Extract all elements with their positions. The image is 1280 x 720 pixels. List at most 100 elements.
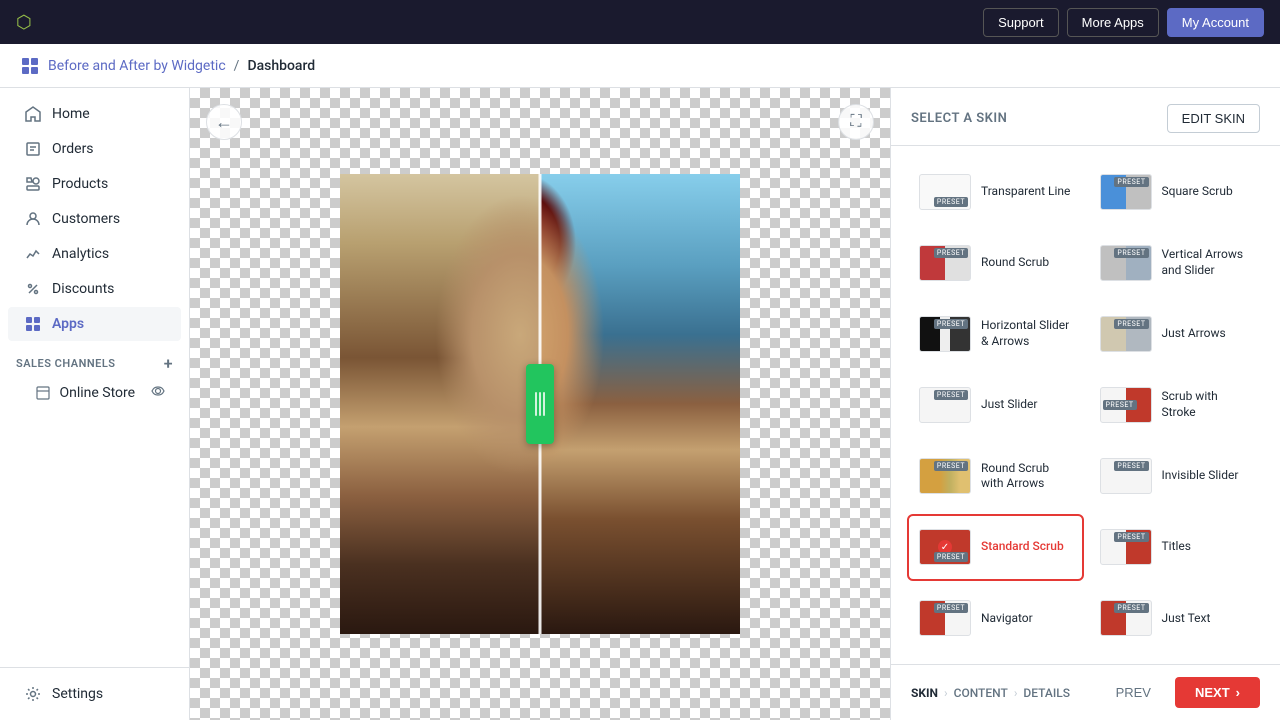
sidebar-item-online-store[interactable]: Online Store	[8, 378, 181, 408]
skin-item-round-scrub[interactable]: PRESET Round Scrub	[907, 229, 1084, 296]
analytics-icon	[24, 245, 42, 263]
sidebar-item-products[interactable]: Products	[8, 167, 181, 201]
skin-label-just-slider: Just Slider	[981, 397, 1038, 413]
app-icon	[20, 56, 40, 76]
skin-label-scrub-stroke: Scrub with Stroke	[1162, 389, 1253, 420]
handle-line-3	[543, 392, 545, 416]
skin-item-scrub-stroke[interactable]: PRESET Scrub with Stroke	[1088, 371, 1265, 438]
step-sep-1: ›	[944, 686, 948, 700]
footer-buttons: PREV NEXT ›	[1100, 677, 1260, 708]
skin-thumb-just-slider: PRESET	[919, 387, 971, 423]
skin-panel: SELECT A SKIN EDIT SKIN PRESET Transpare…	[890, 88, 1280, 720]
skin-label-transparent-line: Transparent Line	[981, 184, 1070, 200]
skin-thumb-navigator: PRESET	[919, 600, 971, 636]
skin-label-round-scrub: Round Scrub	[981, 255, 1049, 271]
shopify-logo: ⬡	[16, 12, 32, 33]
step-sep-2: ›	[1014, 686, 1018, 700]
apps-icon	[24, 315, 42, 333]
sidebar-item-products-label: Products	[52, 176, 108, 192]
skin-grid: PRESET Transparent Line PRESET Square Sc…	[891, 146, 1280, 664]
skin-thumb-transparent-line: PRESET	[919, 174, 971, 210]
topbar-left: ⬡	[16, 12, 32, 33]
next-label: NEXT	[1195, 685, 1230, 700]
before-after-image	[340, 174, 740, 634]
skin-thumb-just-arrows: PRESET	[1100, 316, 1152, 352]
support-button[interactable]: Support	[983, 8, 1059, 37]
ba-handle[interactable]	[526, 364, 554, 444]
preset-badge: PRESET	[1114, 177, 1148, 187]
topbar: ⬡ Support More Apps My Account	[0, 0, 1280, 44]
sidebar-item-discounts[interactable]: Discounts	[8, 272, 181, 306]
skin-item-round-scrub-arrows[interactable]: PRESET Round Scrub with Arrows	[907, 443, 1084, 510]
settings-icon	[24, 685, 42, 703]
preset-badge: PRESET	[934, 197, 968, 207]
skin-label-horizontal-slider: Horizontal Slider & Arrows	[981, 318, 1072, 349]
discounts-icon	[24, 280, 42, 298]
sidebar-item-customers-label: Customers	[52, 211, 120, 227]
breadcrumb-separator: /	[234, 58, 240, 74]
skin-item-just-text[interactable]: PRESET Just Text	[1088, 585, 1265, 652]
preset-badge: PRESET	[1114, 532, 1148, 542]
skin-item-invisible-slider[interactable]: PRESET Invisible Slider	[1088, 443, 1265, 510]
sidebar-item-settings[interactable]: Settings	[8, 677, 181, 711]
skin-thumb-round-scrub-arrows: PRESET	[919, 458, 971, 494]
skin-item-horizontal-slider[interactable]: PRESET Horizontal Slider & Arrows	[907, 300, 1084, 367]
online-store-label: Online Store	[36, 385, 135, 401]
skin-item-transparent-line[interactable]: PRESET Transparent Line	[907, 158, 1084, 225]
skin-panel-title: SELECT A SKIN	[911, 111, 1007, 126]
skin-item-navigator[interactable]: PRESET Navigator	[907, 585, 1084, 652]
handle-line-1	[535, 392, 537, 416]
fullscreen-icon: ⛶	[850, 113, 861, 131]
sidebar-item-home[interactable]: Home	[8, 97, 181, 131]
skin-thumb-square-scrub: PRESET	[1100, 174, 1152, 210]
skin-item-standard-scrub[interactable]: ✓ PRESET Standard Scrub	[907, 514, 1084, 581]
main-content: ← ⛶	[190, 88, 1280, 720]
online-store-visibility-icon[interactable]	[151, 384, 165, 402]
account-button[interactable]: My Account	[1167, 8, 1264, 37]
breadcrumb-app-link[interactable]: Before and After by Widgetic	[48, 58, 226, 74]
home-icon	[24, 105, 42, 123]
handle-line-2	[539, 392, 541, 416]
preset-badge: PRESET	[1103, 400, 1137, 410]
sidebar-item-analytics[interactable]: Analytics	[8, 237, 181, 271]
next-button[interactable]: NEXT ›	[1175, 677, 1260, 708]
sidebar-item-analytics-label: Analytics	[52, 246, 109, 262]
topbar-right: Support More Apps My Account	[983, 8, 1264, 37]
orders-icon	[24, 140, 42, 158]
sales-channels-header: SALES CHANNELS +	[0, 342, 189, 377]
breadcrumb-current: Dashboard	[247, 58, 315, 74]
step-skin: SKIN	[911, 686, 938, 700]
sidebar-item-discounts-label: Discounts	[52, 281, 114, 297]
fullscreen-button[interactable]: ⛶	[838, 104, 874, 140]
step-content: CONTENT	[954, 686, 1008, 700]
after-image-inner	[540, 174, 740, 634]
skin-item-square-scrub[interactable]: PRESET Square Scrub	[1088, 158, 1265, 225]
more-apps-button[interactable]: More Apps	[1067, 8, 1159, 37]
skin-thumb-standard-scrub: ✓ PRESET	[919, 529, 971, 565]
add-sales-channel-icon[interactable]: +	[164, 354, 173, 373]
skin-label-invisible-slider: Invisible Slider	[1162, 468, 1239, 484]
skin-label-just-text: Just Text	[1162, 611, 1211, 627]
skin-item-just-arrows[interactable]: PRESET Just Arrows	[1088, 300, 1265, 367]
skin-thumb-vertical-arrows: PRESET	[1100, 245, 1152, 281]
prev-button[interactable]: PREV	[1100, 677, 1167, 708]
preset-badge: PRESET	[1114, 319, 1148, 329]
edit-skin-button[interactable]: EDIT SKIN	[1167, 104, 1260, 133]
skin-thumb-round-scrub: PRESET	[919, 245, 971, 281]
skin-item-titles[interactable]: PRESET Titles	[1088, 514, 1265, 581]
skin-item-just-slider[interactable]: PRESET Just Slider	[907, 371, 1084, 438]
preview-area: ← ⛶	[190, 88, 890, 720]
sidebar-nav: Home Orders Products Customers	[0, 88, 189, 667]
sidebar-item-orders[interactable]: Orders	[8, 132, 181, 166]
skin-thumb-just-text: PRESET	[1100, 600, 1152, 636]
sidebar: Home Orders Products Customers	[0, 88, 190, 720]
sidebar-item-apps[interactable]: Apps	[8, 307, 181, 341]
back-button[interactable]: ←	[206, 104, 242, 140]
back-icon: ←	[215, 112, 233, 133]
step-details: DETAILS	[1023, 686, 1070, 700]
sidebar-item-customers[interactable]: Customers	[8, 202, 181, 236]
skin-item-vertical-arrows-slider[interactable]: PRESET Vertical Arrows and Slider	[1088, 229, 1265, 296]
preset-badge: PRESET	[934, 319, 968, 329]
preset-badge: PRESET	[934, 390, 968, 400]
sidebar-item-home-label: Home	[52, 106, 90, 122]
